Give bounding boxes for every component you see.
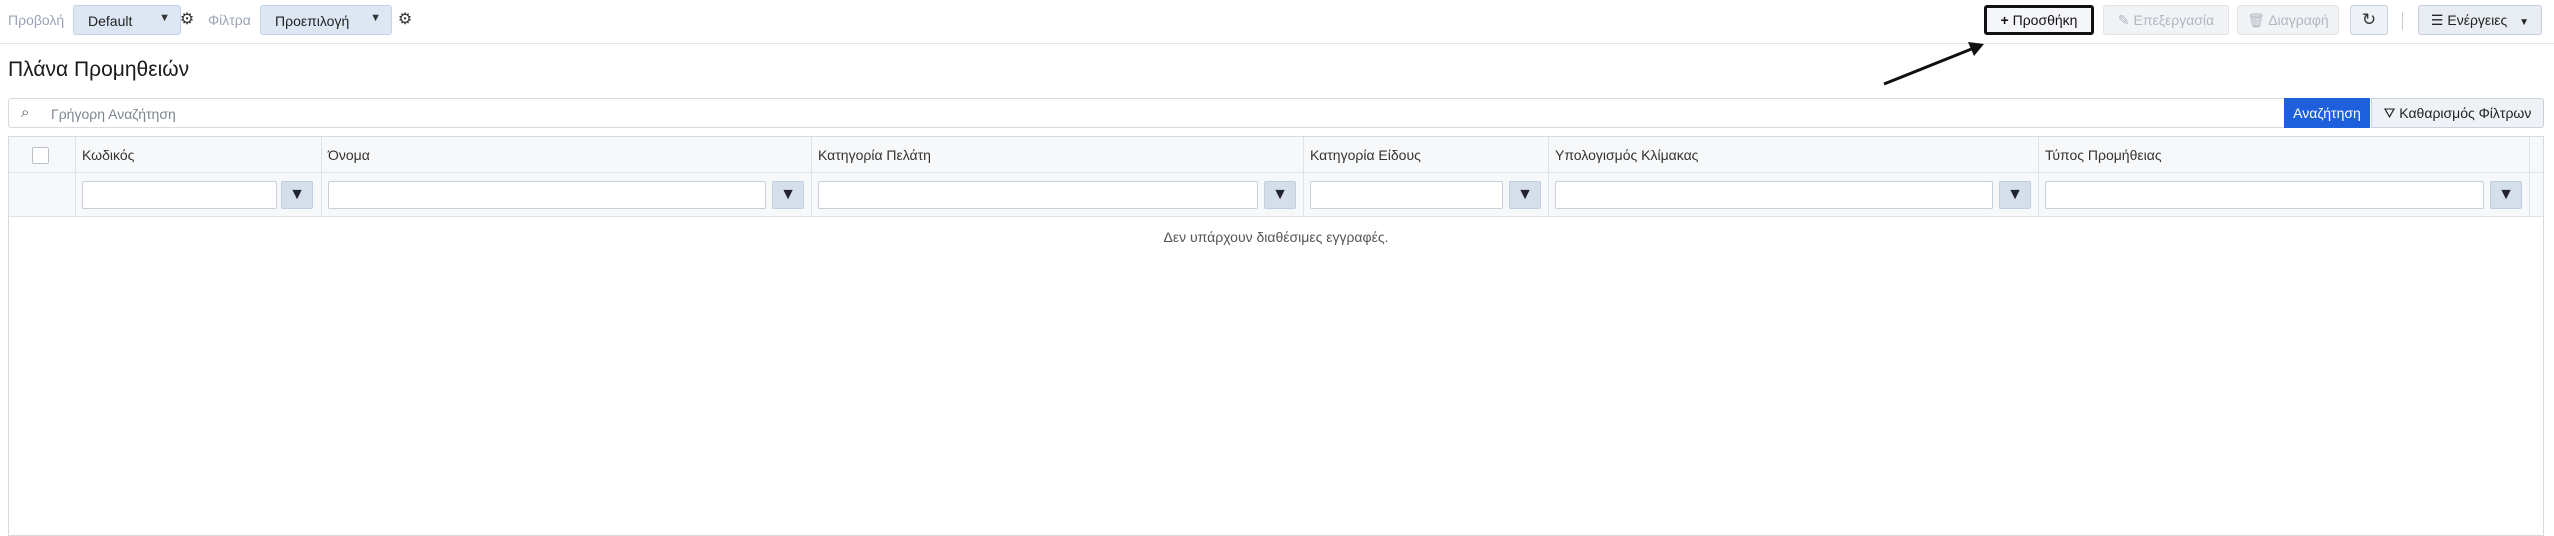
column-header-name[interactable]: Όνομα	[321, 137, 811, 173]
refresh-icon: ↻	[2361, 10, 2377, 29]
edit-button[interactable]: ✎ Επεξεργασία	[2103, 5, 2229, 35]
filter-icon[interactable]: ▼	[1264, 181, 1296, 209]
filter-cell-code: ▼	[75, 173, 321, 217]
grid-filter-row: ▼ ▼ ▼ ▼ ▼ ▼	[9, 173, 2543, 217]
search-button[interactable]: Αναζήτηση	[2284, 98, 2370, 128]
clear-filter-icon: ⛛	[2383, 105, 2396, 121]
delete-button[interactable]: 🗑 Διαγραφή	[2237, 5, 2339, 35]
filter-cell-scale-calculation: ▼	[1548, 173, 2038, 217]
column-header-scale-calculation[interactable]: Υπολογισμός Κλίμακας	[1548, 137, 2038, 173]
filter-icon[interactable]: ▼	[2490, 181, 2522, 209]
add-button[interactable]: + Προσθήκη	[1984, 5, 2094, 35]
chevron-down-icon: ▼	[370, 12, 381, 24]
column-header-item-category[interactable]: Κατηγορία Είδους	[1303, 137, 1548, 173]
delete-button-label: Διαγραφή	[2268, 12, 2329, 28]
filter-icon[interactable]: ▼	[281, 181, 313, 209]
page-title: Πλάνα Προμηθειών	[8, 58, 190, 81]
search-input[interactable]	[49, 103, 2253, 125]
filter-icon[interactable]: ▼	[1509, 181, 1541, 209]
filter-input-commission-type[interactable]	[2045, 181, 2484, 209]
column-header-customer-category[interactable]: Κατηγορία Πελάτη	[811, 137, 1303, 173]
column-header-commission-type[interactable]: Τύπος Προμήθειας	[2038, 137, 2529, 173]
empty-message: Δεν υπάρχουν διαθέσιμες εγγραφές.	[1163, 229, 1389, 245]
toolbar-divider	[2402, 12, 2403, 30]
top-toolbar: Προβολή Default ▼ ⚙ Φίλτρα Προεπιλογή ▼ …	[0, 0, 2554, 44]
filter-input-customer-category[interactable]	[818, 181, 1258, 209]
grid-header: Κωδικός Όνομα Κατηγορία Πελάτη Κατηγορία…	[9, 137, 2543, 173]
add-button-label: Προσθήκη	[2012, 12, 2078, 28]
clear-filters-label: Καθαρισμός Φίλτρων	[2399, 105, 2532, 121]
filters-label: Φίλτρα	[208, 12, 251, 28]
filter-input-name[interactable]	[328, 181, 766, 209]
view-label: Προβολή	[8, 12, 65, 28]
data-grid: Κωδικός Όνομα Κατηγορία Πελάτη Κατηγορία…	[8, 136, 2544, 536]
trash-icon: 🗑	[2247, 12, 2266, 28]
filter-cell-customer-category: ▼	[811, 173, 1303, 217]
refresh-button[interactable]: ↻	[2350, 5, 2388, 35]
edit-button-label: Επεξεργασία	[2133, 12, 2215, 28]
gear-icon[interactable]: ⚙	[176, 5, 198, 35]
filter-cell-name: ▼	[321, 173, 811, 217]
filter-input-item-category[interactable]	[1310, 181, 1503, 209]
gear-icon[interactable]: ⚙	[394, 5, 416, 35]
column-header-code[interactable]: Κωδικός	[75, 137, 321, 173]
filter-spacer	[9, 173, 75, 217]
chevron-down-icon: ▼	[159, 12, 170, 24]
filter-cell-commission-type: ▼	[2038, 173, 2529, 217]
chevron-down-icon: ▼	[2519, 17, 2530, 28]
plus-icon: +	[2000, 12, 2009, 28]
scrollbar-gutter	[2529, 137, 2543, 217]
clear-filters-button[interactable]: ⛛ Καθαρισμός Φίλτρων	[2371, 98, 2544, 128]
filters-dropdown[interactable]: Προεπιλογή ▼	[260, 5, 392, 35]
quick-search: ⌕	[8, 98, 2284, 128]
filter-cell-item-category: ▼	[1303, 173, 1548, 217]
actions-label: Ενέργειες	[2447, 12, 2508, 28]
filter-icon[interactable]: ▼	[772, 181, 804, 209]
pencil-icon: ✎	[2117, 12, 2130, 28]
filter-input-code[interactable]	[82, 181, 277, 209]
view-dropdown-value: Default	[88, 13, 133, 29]
filter-input-scale-calculation[interactable]	[1555, 181, 1993, 209]
filter-icon[interactable]: ▼	[1999, 181, 2031, 209]
filters-dropdown-value: Προεπιλογή	[275, 13, 350, 29]
actions-dropdown[interactable]: ☰ Ενέργειες ▼	[2418, 5, 2542, 35]
select-all-cell	[9, 137, 75, 173]
view-dropdown[interactable]: Default ▼	[73, 5, 181, 35]
menu-icon: ☰	[2430, 12, 2444, 28]
annotation-arrow	[1883, 42, 1984, 86]
search-icon: ⌕	[21, 104, 30, 121]
select-all-checkbox[interactable]	[32, 147, 49, 164]
